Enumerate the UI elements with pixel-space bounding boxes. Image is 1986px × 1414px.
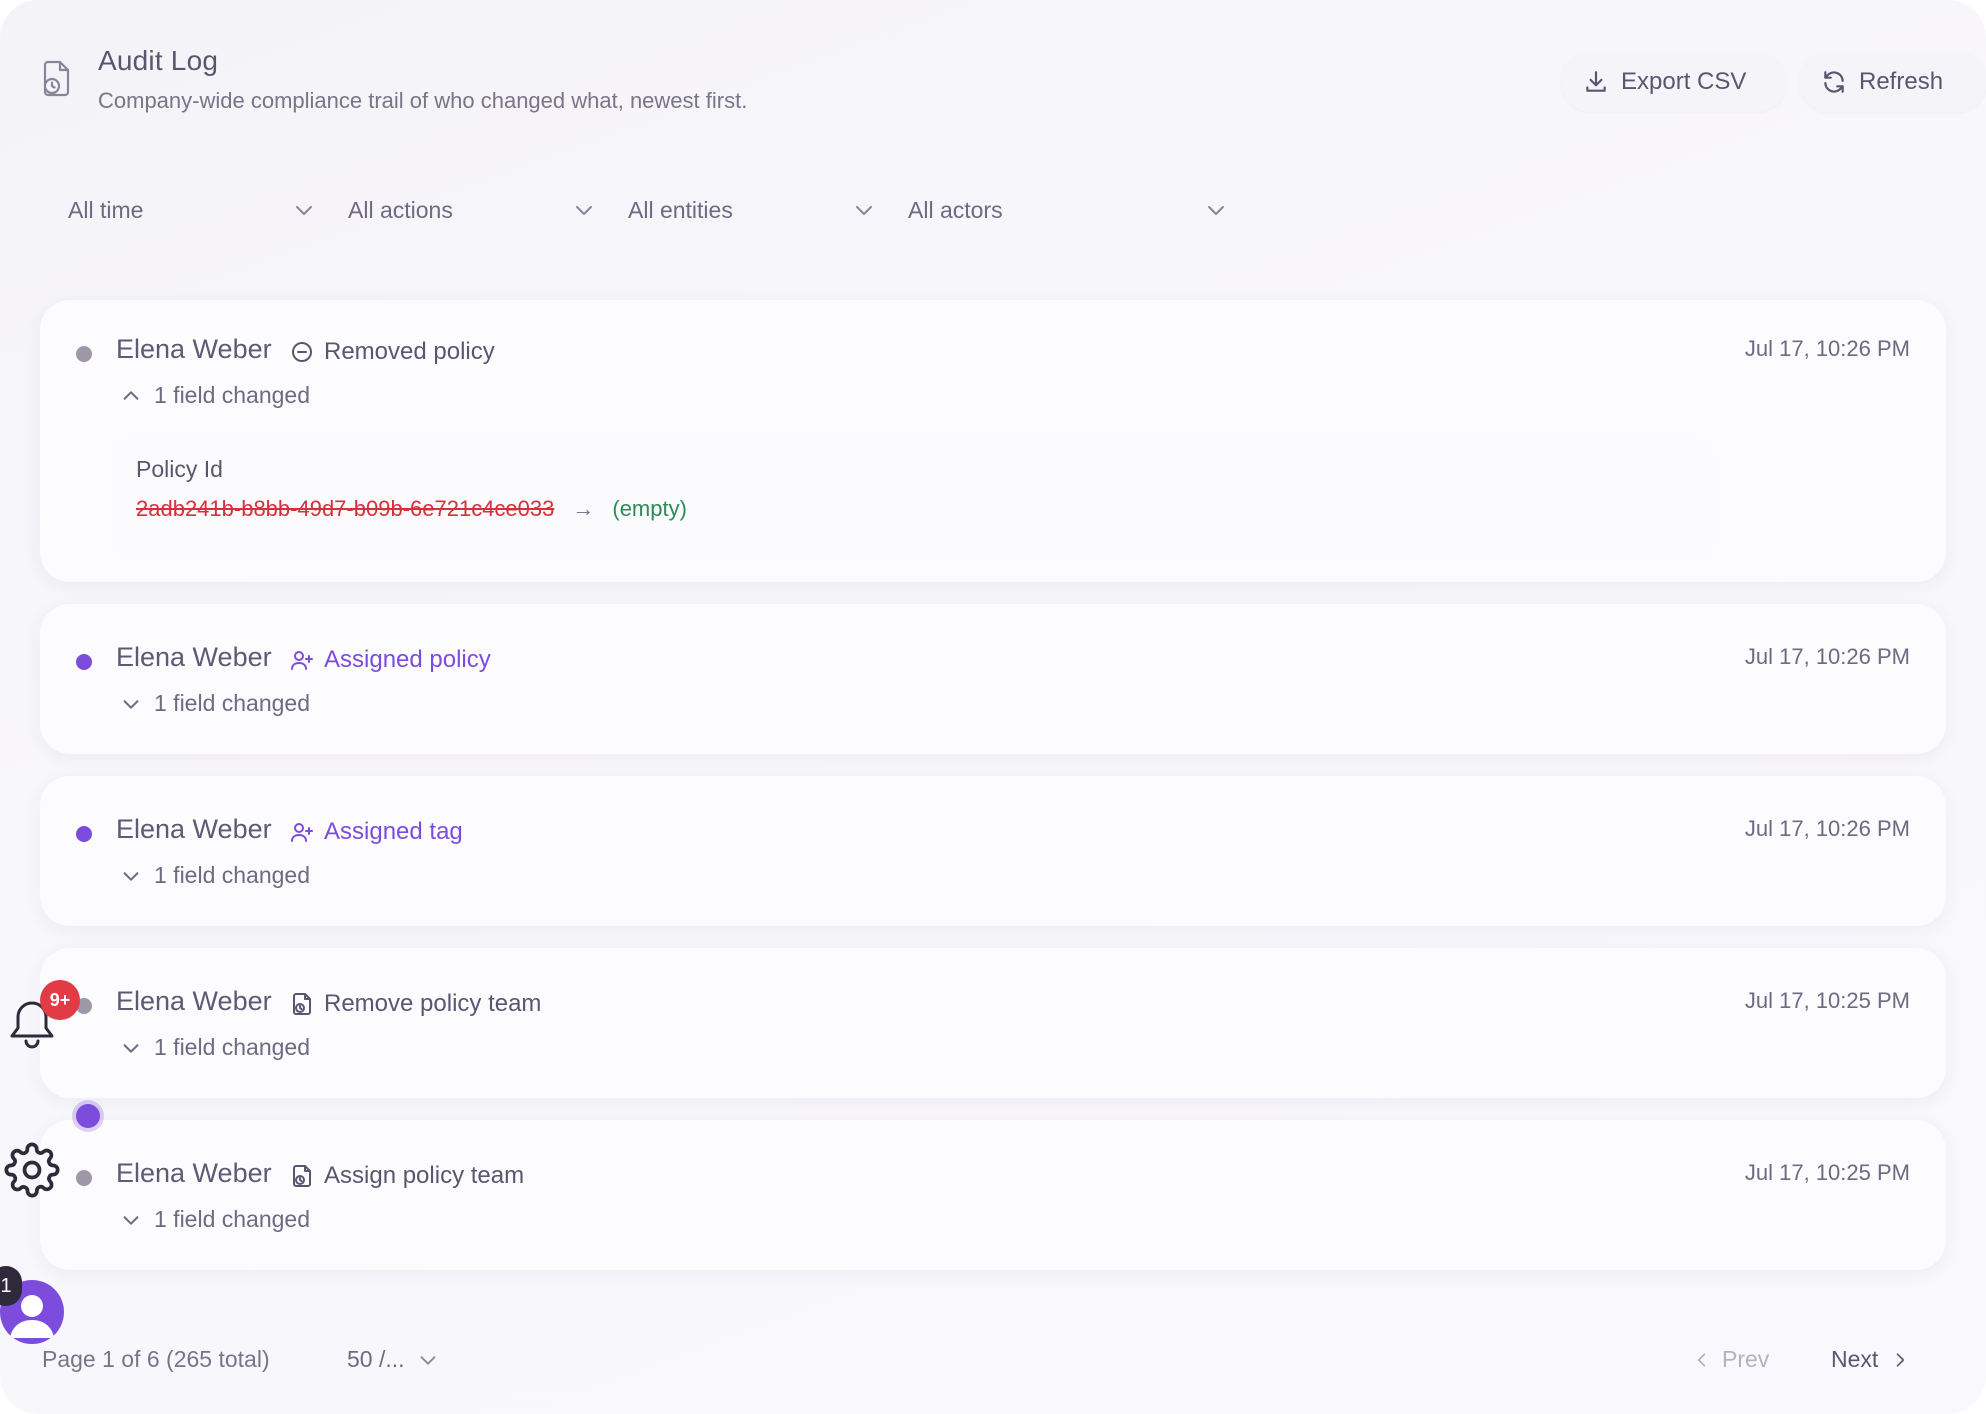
action-text: Remove policy team	[324, 990, 542, 1017]
actor-name[interactable]: Elena Weber	[116, 642, 272, 673]
field-changes-toggle[interactable]: 1 field changed	[120, 1206, 310, 1233]
audit-entry: Elena Weber Assign policy team Jul 17, 1…	[40, 1120, 1946, 1270]
toggle-label: 1 field changed	[154, 862, 311, 888]
page-info: Page 1 of 6 (265 total)	[42, 1346, 270, 1372]
pagination-bar: Page 1 of 6 (265 total) 50 /... Prev Nex…	[40, 1330, 1946, 1390]
chevron-down-icon	[123, 871, 139, 881]
page-title: Audit Log	[98, 45, 219, 76]
field-changes-toggle[interactable]: 1 field changed	[120, 862, 310, 889]
chevron-down-icon	[296, 206, 312, 215]
settings-gear-icon[interactable]	[4, 1142, 60, 1198]
field-change-detail: Policy Id 2adb241b-b8bb-49d7-b09b-6e721c…	[114, 438, 1714, 558]
entry-timestamp: Jul 17, 10:26 PM	[1744, 816, 1910, 841]
document-clock-icon	[293, 1165, 311, 1187]
audit-entry: Elena Weber Assigned policy Jul 17, 10:2…	[40, 604, 1946, 754]
chevron-down-icon	[1208, 206, 1224, 215]
old-value: 2adb241b-b8bb-49d7-b09b-6e721c4ce033	[136, 496, 555, 521]
entity-filter-select[interactable]: All entities	[628, 180, 876, 240]
status-dot	[76, 654, 92, 670]
field-label: Policy Id	[136, 456, 223, 482]
actor-name[interactable]: Elena Weber	[116, 814, 272, 845]
user-plus-icon	[291, 823, 313, 842]
refresh-button[interactable]: Refresh	[1799, 52, 1986, 112]
download-icon	[1586, 71, 1606, 92]
chevron-down-icon	[576, 206, 592, 215]
actor-name[interactable]: Elena Weber	[116, 334, 272, 365]
toggle-label: 1 field changed	[154, 690, 311, 716]
action-filter-value: All actions	[348, 196, 453, 223]
status-dot	[76, 826, 92, 842]
actor-filter-value: All actors	[908, 196, 1003, 223]
chevron-down-icon	[123, 1215, 139, 1225]
field-change-values: 2adb241b-b8bb-49d7-b09b-6e721c4ce033 → (…	[136, 496, 687, 522]
chevron-down-icon	[856, 206, 872, 215]
field-changes-toggle[interactable]: 1 field changed	[120, 382, 310, 409]
entry-timestamp: Jul 17, 10:25 PM	[1744, 988, 1910, 1013]
action-text: Assigned tag	[324, 818, 463, 845]
drag-handle[interactable]	[76, 1104, 100, 1128]
chevron-down-icon	[123, 699, 139, 709]
chevron-left-icon	[1697, 1352, 1706, 1367]
status-dot	[76, 1170, 92, 1186]
entry-timestamp: Jul 17, 10:26 PM	[1744, 644, 1910, 669]
action-label: Removed policy	[290, 338, 495, 366]
notification-count-badge: 9+	[40, 980, 80, 1020]
audit-log-panel: Audit Log Company-wide compliance trail …	[0, 0, 1986, 1414]
refresh-icon	[1824, 71, 1844, 93]
actor-filter-select[interactable]: All actors	[908, 180, 1228, 240]
status-dot	[76, 346, 92, 362]
toggle-label: 1 field changed	[154, 382, 311, 408]
chevron-down-icon	[123, 1043, 139, 1053]
prev-label: Prev	[1722, 1346, 1770, 1372]
time-filter-select[interactable]: All time	[68, 180, 316, 240]
minus-circle-icon	[292, 342, 312, 362]
chevron-down-icon	[420, 1355, 435, 1365]
action-text: Removed policy	[324, 338, 495, 365]
document-clock-icon	[43, 60, 70, 97]
action-label: Remove policy team	[290, 990, 541, 1018]
actor-name[interactable]: Elena Weber	[116, 986, 272, 1017]
user-plus-icon	[291, 651, 313, 670]
page-subtitle: Company-wide compliance trail of who cha…	[98, 88, 748, 113]
page-header: Audit Log Company-wide compliance trail …	[40, 40, 1986, 150]
next-page-button[interactable]: Next	[1831, 1346, 1910, 1373]
action-label: Assigned tag	[290, 818, 463, 846]
page-size-value: 50 /...	[347, 1346, 405, 1372]
entry-timestamp: Jul 17, 10:25 PM	[1744, 1160, 1910, 1185]
field-changes-toggle[interactable]: 1 field changed	[120, 690, 310, 717]
toggle-label: 1 field changed	[154, 1034, 311, 1060]
field-changes-toggle[interactable]: 1 field changed	[120, 1034, 310, 1061]
action-text: Assigned policy	[324, 646, 491, 673]
export-csv-label: Export CSV	[1621, 68, 1747, 95]
refresh-label: Refresh	[1859, 68, 1944, 95]
audit-entry: Elena Weber Assigned tag Jul 17, 10:26 P…	[40, 776, 1946, 926]
entry-timestamp: Jul 17, 10:26 PM	[1744, 336, 1910, 361]
chevron-right-icon	[1896, 1352, 1905, 1367]
export-csv-button[interactable]: Export CSV	[1561, 52, 1787, 112]
next-label: Next	[1831, 1346, 1879, 1372]
action-text: Assign policy team	[324, 1162, 525, 1189]
action-filter-select[interactable]: All actions	[348, 180, 596, 240]
prev-page-button[interactable]: Prev	[1692, 1346, 1769, 1373]
audit-entry: Elena Weber Remove policy team Jul 17, 1…	[40, 948, 1946, 1098]
entity-filter-value: All entities	[628, 196, 733, 223]
chevron-up-icon	[123, 390, 139, 400]
change-arrow: →	[572, 496, 595, 521]
toggle-label: 1 field changed	[154, 1206, 311, 1232]
action-label: Assigned policy	[290, 646, 491, 674]
action-label: Assign policy team	[290, 1162, 524, 1190]
page-size-select[interactable]: 50 /...	[347, 1346, 439, 1373]
actor-name[interactable]: Elena Weber	[116, 1158, 272, 1189]
time-filter-value: All time	[68, 196, 144, 223]
new-value: (empty)	[612, 496, 687, 521]
audit-entry: Elena Weber Removed policy Jul 17, 10:26…	[40, 300, 1946, 582]
document-clock-icon	[293, 993, 311, 1015]
